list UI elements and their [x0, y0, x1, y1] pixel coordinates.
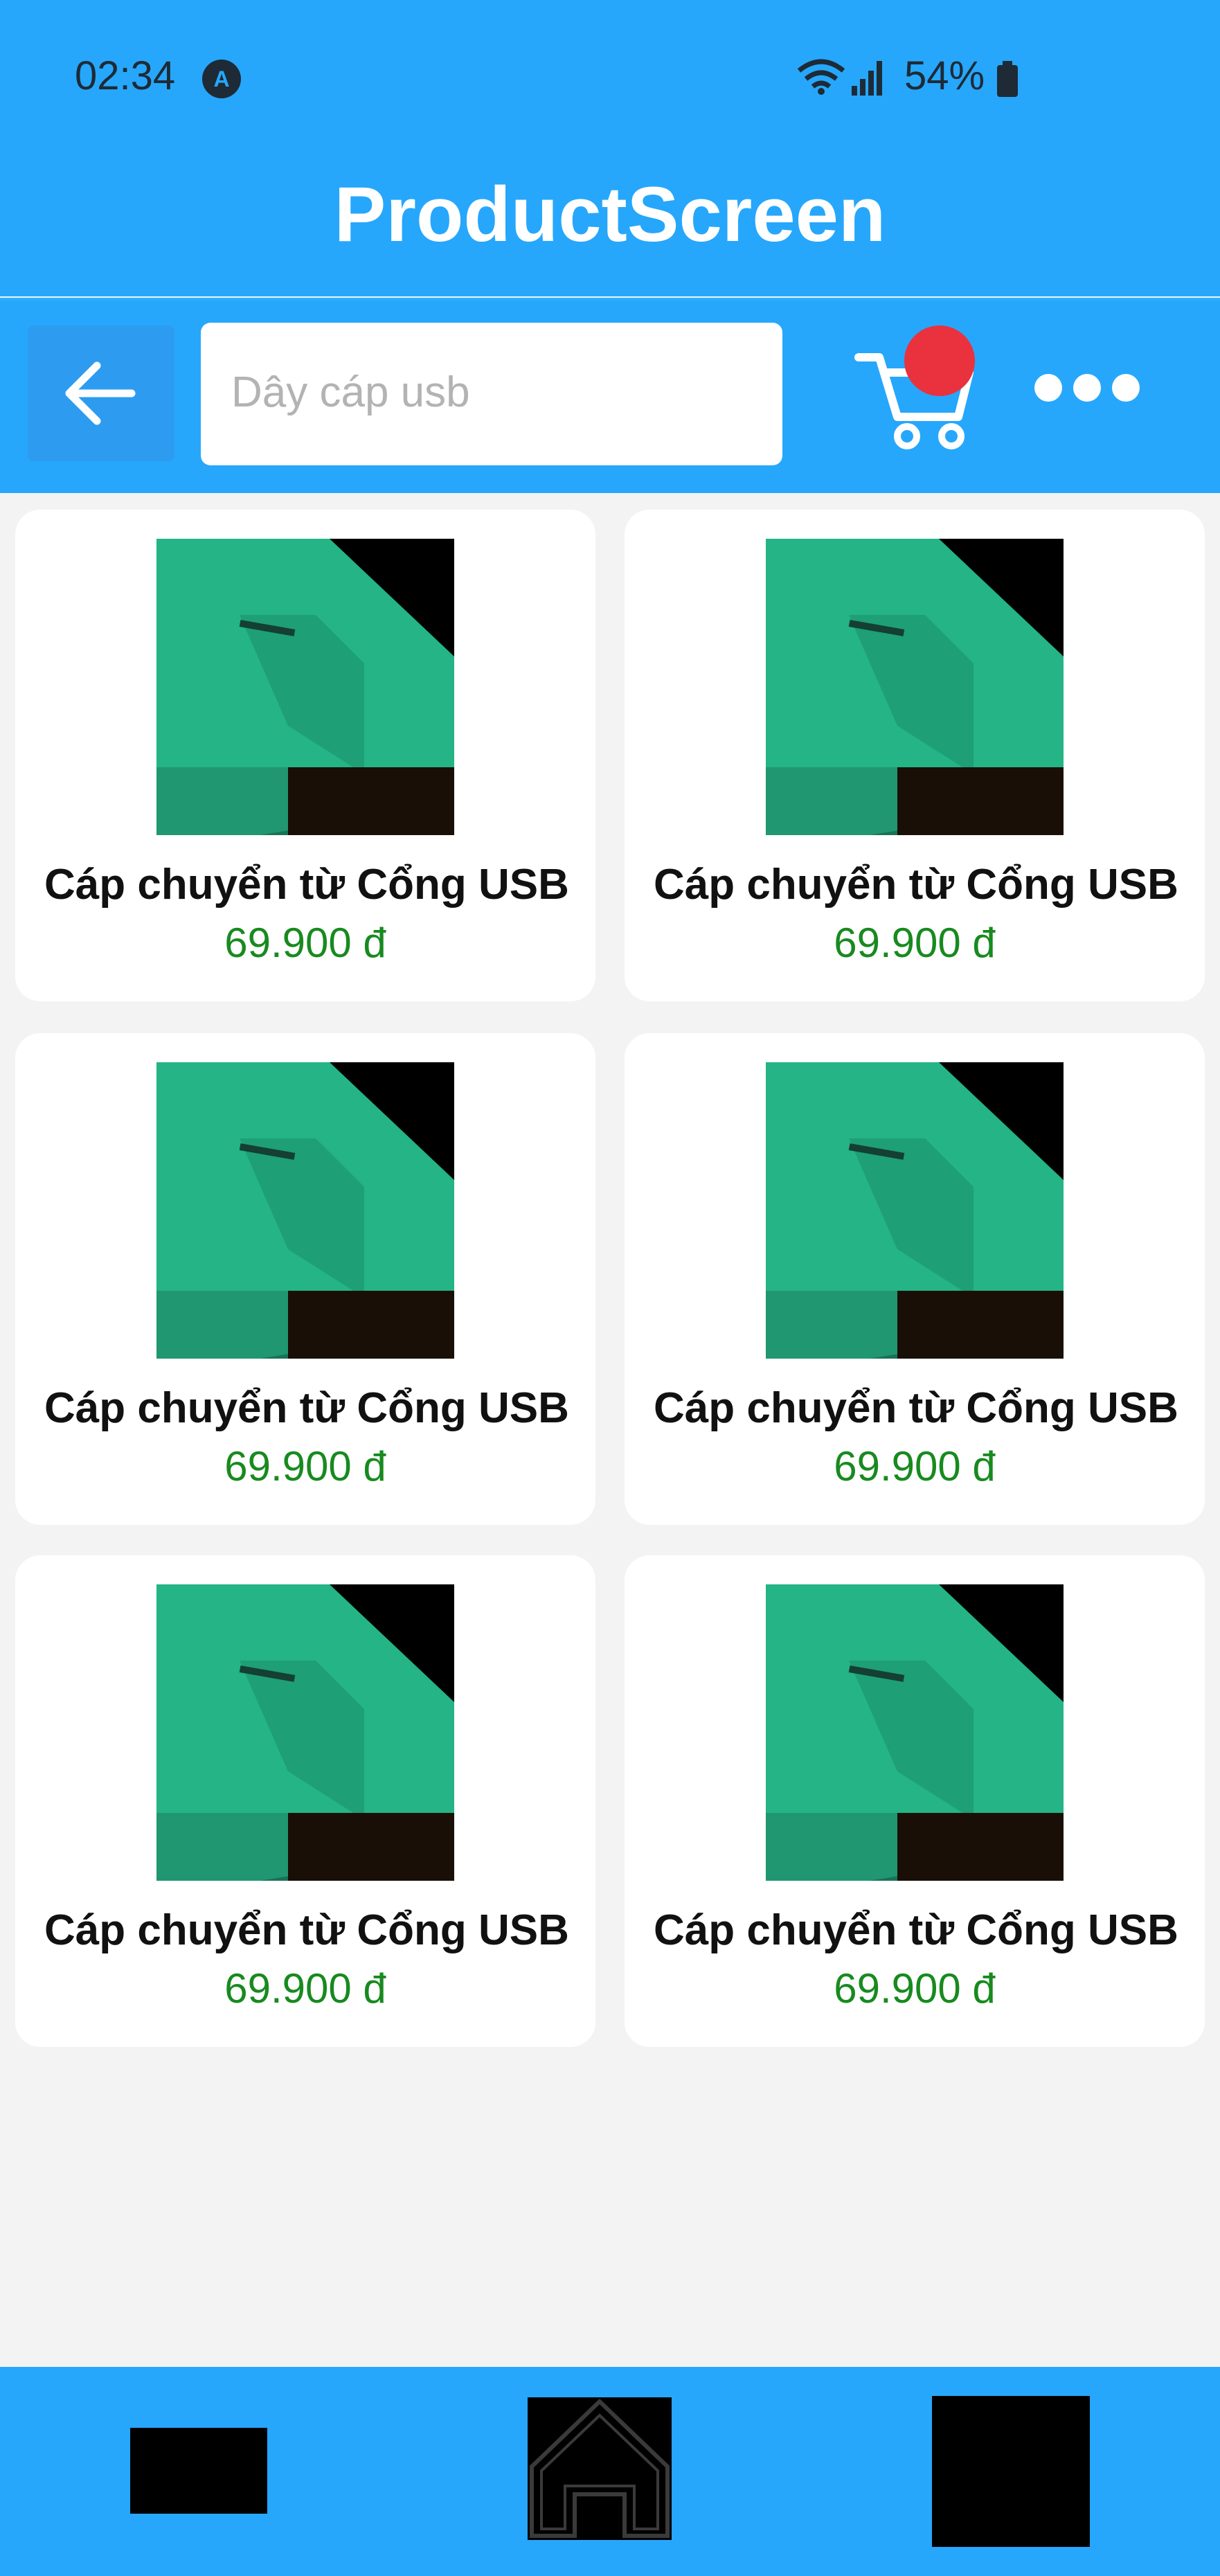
- search-input[interactable]: [231, 364, 757, 420]
- notification-app-icon: A: [202, 60, 241, 98]
- ellipsis-icon: [1034, 374, 1062, 402]
- product-image: [156, 1584, 454, 1881]
- product-title: Cáp chuyển từ Cổng USB: [44, 861, 569, 909]
- product-title: Cáp chuyển từ Cổng USB: [44, 1384, 569, 1432]
- battery-icon: [997, 61, 1018, 97]
- product-image: [766, 1062, 1064, 1359]
- search-box: [201, 323, 782, 465]
- home-icon: [530, 2398, 670, 2538]
- battery-percentage: 54%: [904, 53, 985, 98]
- wifi-icon: [797, 59, 845, 95]
- product-image: [156, 539, 454, 835]
- product-title: Cáp chuyển từ Cổng USB: [654, 1384, 1178, 1432]
- product-price: 69.900 đ: [224, 920, 386, 966]
- product-price: 69.900 đ: [834, 1965, 996, 2012]
- more-options-button[interactable]: [1025, 360, 1149, 415]
- product-card[interactable]: Cáp chuyển từ Cổng USB 69.900 đ: [625, 510, 1205, 1001]
- signal-icon: [852, 61, 882, 96]
- ellipsis-dot: [1073, 374, 1101, 402]
- nav-right-button[interactable]: [932, 2396, 1090, 2547]
- product-price: 69.900 đ: [834, 920, 996, 966]
- product-image: [766, 1584, 1064, 1881]
- back-button[interactable]: [28, 325, 174, 461]
- product-title: Cáp chuyển từ Cổng USB: [654, 1906, 1178, 1954]
- product-price: 69.900 đ: [834, 1443, 996, 1490]
- product-card[interactable]: Cáp chuyển từ Cổng USB 69.900 đ: [15, 1555, 595, 2047]
- product-image: [156, 1062, 454, 1359]
- product-card[interactable]: Cáp chuyển từ Cổng USB 69.900 đ: [625, 1555, 1205, 2047]
- product-card[interactable]: Cáp chuyển từ Cổng USB 69.900 đ: [625, 1033, 1205, 1525]
- product-price: 69.900 đ: [224, 1965, 386, 2012]
- product-title: Cáp chuyển từ Cổng USB: [654, 861, 1178, 909]
- product-card[interactable]: Cáp chuyển từ Cổng USB 69.900 đ: [15, 1033, 595, 1525]
- nav-left-button[interactable]: [130, 2428, 267, 2514]
- product-title: Cáp chuyển từ Cổng USB: [44, 1906, 569, 1954]
- nav-home-button[interactable]: [528, 2397, 672, 2540]
- ellipsis-dot: [1112, 374, 1140, 402]
- arrow-left-icon: [65, 361, 136, 425]
- product-card[interactable]: Cáp chuyển từ Cổng USB 69.900 đ: [15, 510, 595, 1001]
- product-price: 69.900 đ: [224, 1443, 386, 1490]
- page-title: ProductScreen: [334, 171, 886, 258]
- product-image: [766, 539, 1064, 835]
- status-time: 02:34: [75, 53, 176, 98]
- cart-badge: [904, 325, 975, 396]
- status-bar: 02:34 A 54%: [0, 0, 1220, 154]
